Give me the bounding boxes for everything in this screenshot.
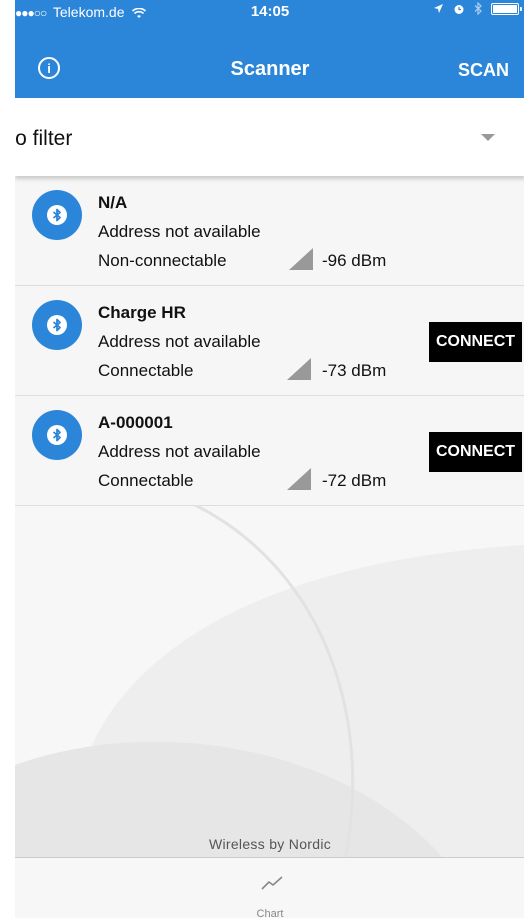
device-rssi: -96 dBm bbox=[322, 251, 387, 270]
dropdown-arrow-icon bbox=[481, 134, 495, 141]
device-rssi: -72 dBm bbox=[322, 471, 387, 490]
signal-strength-icon bbox=[289, 248, 313, 270]
device-row[interactable]: N/A Address not available Non-connectabl… bbox=[15, 176, 524, 286]
device-name: A-000001 bbox=[98, 413, 173, 432]
status-icons bbox=[433, 2, 522, 15]
alarm-icon bbox=[454, 4, 464, 14]
bluetooth-device-icon bbox=[32, 410, 82, 460]
device-rssi: -73 dBm bbox=[322, 361, 387, 380]
tab-bar: Chart bbox=[15, 857, 524, 918]
scan-button[interactable]: SCAN bbox=[458, 60, 509, 81]
device-connectable: Non-connectable bbox=[98, 251, 227, 270]
device-connectable: Connectable bbox=[98, 471, 194, 490]
device-list: N/A Address not available Non-connectabl… bbox=[15, 176, 524, 506]
device-row[interactable]: Charge HR Address not available Connecta… bbox=[15, 286, 524, 396]
page-title: Scanner bbox=[230, 58, 310, 80]
location-icon bbox=[434, 4, 443, 13]
signal-strength-icon bbox=[287, 468, 311, 490]
battery-icon bbox=[491, 2, 522, 15]
footer-branding: Wireless by Nordic bbox=[208, 836, 332, 852]
device-name: N/A bbox=[98, 193, 128, 212]
top-bar: ●●●○○ Telekom.de 14:05 i Scanner SCAN bbox=[15, 0, 524, 98]
bluetooth-device-icon bbox=[32, 300, 82, 350]
device-row[interactable]: A-000001 Address not available Connectab… bbox=[15, 396, 524, 506]
bluetooth-icon bbox=[474, 2, 482, 15]
device-connectable: Connectable bbox=[98, 361, 194, 380]
app-screen: ●●●○○ Telekom.de 14:05 i Scanner SCAN o … bbox=[15, 0, 524, 918]
signal-strength-icon bbox=[287, 358, 311, 380]
device-address: Address not available bbox=[98, 442, 261, 461]
connect-button[interactable]: CONNECT bbox=[429, 322, 522, 362]
chart-line-icon[interactable] bbox=[260, 874, 284, 897]
status-bar: ●●●○○ Telekom.de 14:05 bbox=[15, 0, 524, 24]
device-address: Address not available bbox=[98, 332, 261, 351]
nav-bar: i Scanner SCAN bbox=[15, 30, 524, 98]
device-address: Address not available bbox=[98, 222, 261, 241]
background-watermark bbox=[15, 505, 524, 860]
connect-button[interactable]: CONNECT bbox=[429, 432, 522, 472]
device-name: Charge HR bbox=[98, 303, 186, 322]
bluetooth-device-icon bbox=[32, 190, 82, 240]
filter-dropdown[interactable]: No filter bbox=[15, 98, 524, 176]
filter-selected-value: No filter bbox=[15, 127, 73, 150]
tab-chart[interactable]: Chart bbox=[15, 908, 524, 918]
